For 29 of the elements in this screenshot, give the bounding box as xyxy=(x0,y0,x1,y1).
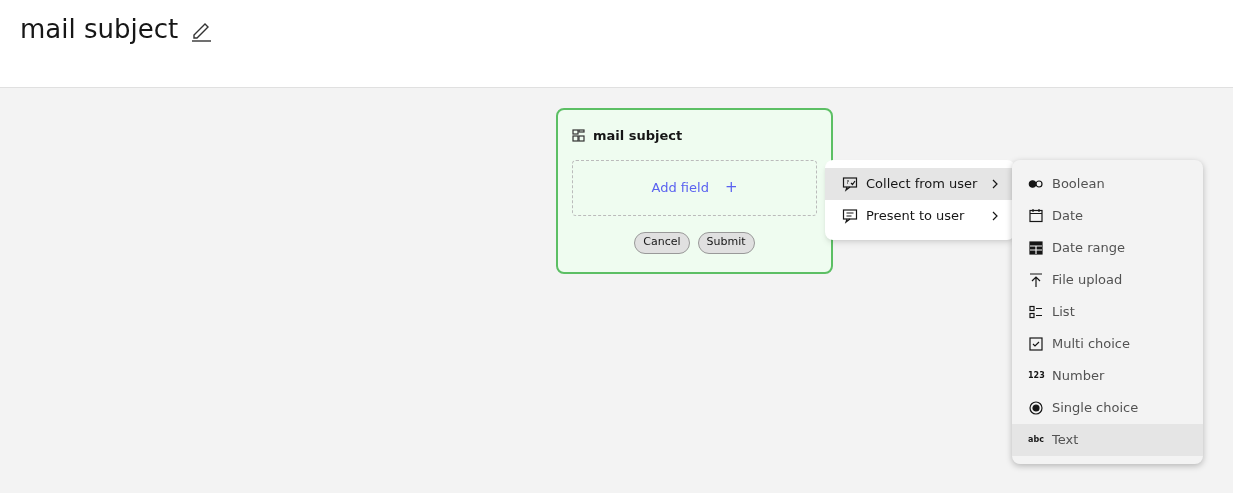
radio-icon xyxy=(1028,400,1044,416)
submenu-item[interactable]: File upload xyxy=(1012,264,1203,296)
menu-item[interactable]: Present to user xyxy=(825,200,1015,232)
chevron-right-icon xyxy=(991,210,999,222)
submenu-item[interactable]: Boolean xyxy=(1012,168,1203,200)
add-field-button[interactable]: Add field + xyxy=(572,159,817,216)
submenu-item[interactable]: abc Text xyxy=(1012,424,1203,456)
calendar-grid-icon xyxy=(1028,240,1044,256)
submenu-item[interactable]: Date xyxy=(1012,200,1203,232)
submenu-item[interactable]: List xyxy=(1012,296,1203,328)
list-icon xyxy=(1028,304,1044,320)
menu-item[interactable]: Collect from user xyxy=(825,168,1015,200)
form-button[interactable]: Cancel xyxy=(634,231,690,254)
page-title: mail subject xyxy=(20,13,179,46)
submenu-item[interactable]: Date range xyxy=(1012,232,1203,264)
chevron-right-icon xyxy=(991,178,999,190)
submenu-item[interactable]: Single choice xyxy=(1012,392,1203,424)
glyph-icon: 123 xyxy=(1028,370,1044,382)
checkbox-icon xyxy=(1028,336,1044,352)
form-button[interactable]: Submit xyxy=(697,231,755,254)
chat-check-icon xyxy=(842,176,858,192)
upload-icon xyxy=(1028,272,1044,288)
layout-icon xyxy=(572,129,585,143)
submenu-item[interactable]: 123 Number xyxy=(1012,360,1203,392)
chat-lines-icon xyxy=(842,208,858,224)
calendar-icon xyxy=(1028,208,1044,224)
submenu-item[interactable]: Multi choice xyxy=(1012,328,1203,360)
card-title: mail subject xyxy=(593,127,683,145)
glyph-icon: abc xyxy=(1028,434,1044,446)
